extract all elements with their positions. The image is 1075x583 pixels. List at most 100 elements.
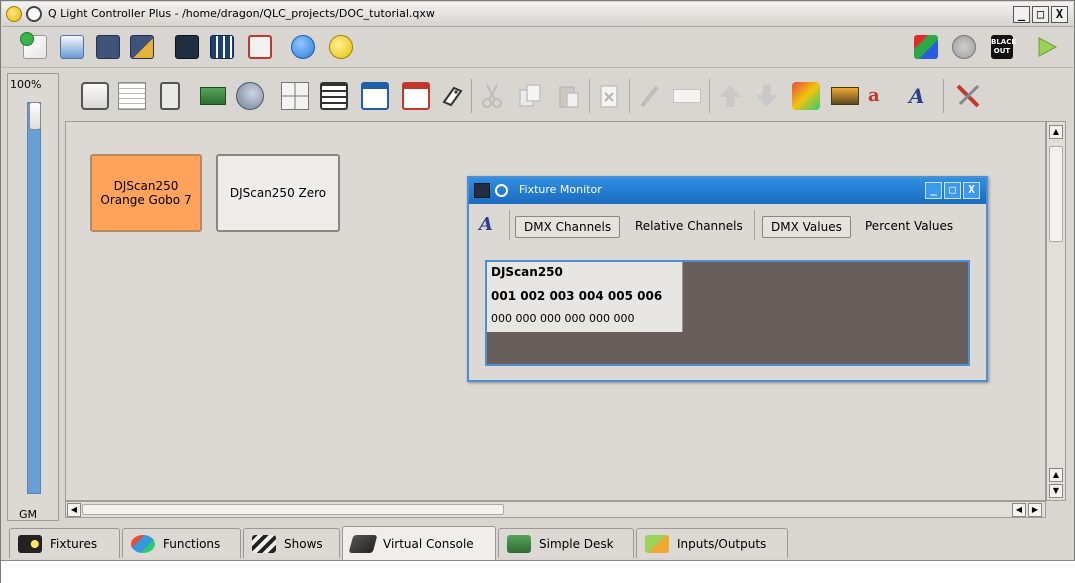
about-icon[interactable]: [329, 35, 353, 59]
add-solo-frame-icon[interactable]: [402, 82, 430, 110]
percent-values-toggle[interactable]: Percent Values: [857, 216, 961, 236]
scroll-up-button[interactable]: ▲: [1049, 468, 1063, 482]
window-menu-icon[interactable]: [495, 184, 508, 197]
virtual-console-canvas[interactable]: DJScan250 Orange Gobo 7 DJScan250 Zero F…: [65, 121, 1046, 501]
vertical-scrollbar[interactable]: ▲ ▲ ▼: [1046, 121, 1066, 501]
maximize-button[interactable]: □: [1032, 6, 1049, 23]
open-icon[interactable]: [60, 35, 84, 59]
monitor-icon[interactable]: [175, 35, 199, 59]
tab-label: Functions: [163, 536, 221, 551]
paste-icon[interactable]: [557, 82, 581, 110]
delete-icon[interactable]: [597, 82, 621, 110]
font-color-icon[interactable]: a: [868, 82, 894, 110]
dmx-channels-toggle[interactable]: DMX Channels: [515, 216, 621, 238]
scroll-up-button[interactable]: ▲: [1049, 125, 1063, 139]
grand-master-slider-handle[interactable]: [29, 102, 41, 130]
save-icon[interactable]: [96, 35, 120, 59]
horizontal-scrollbar-thumb[interactable]: [82, 504, 504, 515]
toolbar-separator: [709, 79, 710, 113]
new-project-icon[interactable]: [20, 32, 47, 59]
widget-properties-icon[interactable]: [637, 82, 661, 110]
vertical-scrollbar-thumb[interactable]: [1049, 146, 1063, 242]
virtual-console-toolbar: a A: [67, 71, 1072, 123]
add-knob-icon[interactable]: [236, 82, 264, 110]
close-button[interactable]: X: [1051, 6, 1068, 23]
fixture-monitor-window: Fixture Monitor _ □ X A DMX Channels Rel…: [467, 176, 988, 382]
fullscreen-icon[interactable]: [248, 35, 272, 59]
vc-settings-icon[interactable]: [954, 82, 982, 110]
vc-button-label: DJScan250 Orange Gobo 7: [100, 179, 192, 207]
background-image-icon[interactable]: [831, 87, 859, 105]
functions-icon: [131, 534, 155, 553]
bring-to-front-icon[interactable]: [718, 82, 742, 110]
close-button[interactable]: X: [963, 182, 980, 199]
tab-label: Simple Desk: [539, 536, 614, 551]
vc-button-label: DJScan250 Zero: [229, 186, 327, 200]
window-title: Q Light Controller Plus - /home/dragon/Q…: [48, 7, 435, 20]
save-as-icon[interactable]: [130, 35, 154, 59]
cut-icon[interactable]: [480, 82, 504, 110]
add-slider-icon[interactable]: [160, 82, 180, 110]
virtual-console-icon: [348, 534, 378, 553]
font-icon[interactable]: A: [909, 82, 935, 110]
scroll-right-button[interactable]: ▶: [1028, 503, 1042, 517]
fixture-channel-values: 000 000 000 000 000 000: [491, 312, 635, 325]
qlc-app-icon: [6, 6, 22, 22]
tab-label: Shows: [284, 536, 323, 551]
simple-desk-icon: [507, 534, 531, 553]
rename-widget-icon[interactable]: [673, 89, 701, 103]
grand-master-panel: 100% GM: [7, 73, 59, 521]
maximize-button[interactable]: □: [944, 182, 961, 199]
tab-label: Inputs/Outputs: [677, 536, 767, 551]
horizontal-scrollbar[interactable]: ◀ ◀ ▶: [65, 501, 1046, 518]
fixture-consolemonitor: DJScan250 001 002 003 004 005 006 000 00…: [487, 262, 683, 332]
inputs-outputs-icon: [645, 534, 669, 553]
tab-shows[interactable]: Shows: [243, 528, 340, 558]
toolbar-separator: [943, 79, 944, 113]
send-to-back-icon[interactable]: [755, 82, 779, 110]
fixture-monitor-title: Fixture Monitor: [519, 183, 602, 196]
add-frame-icon[interactable]: [361, 82, 389, 110]
scroll-left-button[interactable]: ◀: [67, 503, 81, 517]
tab-functions[interactable]: Functions: [122, 528, 241, 558]
title-bar[interactable]: Q Light Controller Plus - /home/dragon/Q…: [2, 2, 1073, 27]
main-tab-bar: Fixtures Functions Shows Virtual Console…: [7, 526, 1072, 560]
scroll-down-button[interactable]: ▼: [1049, 484, 1063, 498]
copy-icon[interactable]: [518, 82, 542, 110]
run-mode-icon[interactable]: [1036, 35, 1058, 59]
toolbar-separator: [754, 210, 755, 240]
add-xy-pad-icon[interactable]: [281, 82, 309, 110]
tab-virtual-console[interactable]: Virtual Console: [342, 526, 496, 560]
fixture-monitor-title-bar[interactable]: Fixture Monitor _ □ X: [469, 178, 986, 204]
toolbar-separator: [629, 79, 630, 113]
minimize-button[interactable]: _: [1013, 6, 1030, 23]
vc-button-zero[interactable]: DJScan250 Zero: [216, 154, 340, 232]
address-tool-icon[interactable]: [210, 35, 234, 59]
blackout-button[interactable]: BLACK OUT: [991, 35, 1017, 59]
add-slider-matrix-icon[interactable]: [200, 87, 226, 105]
app-window: Q Light Controller Plus - /home/dragon/Q…: [0, 0, 1075, 583]
vc-button-orange-gobo[interactable]: DJScan250 Orange Gobo 7: [90, 154, 202, 232]
add-label-icon[interactable]: [440, 82, 464, 110]
minimize-button[interactable]: _: [925, 182, 942, 199]
help-icon[interactable]: [291, 35, 315, 59]
tab-simple-desk[interactable]: Simple Desk: [498, 528, 634, 558]
add-cue-list-icon[interactable]: [320, 82, 348, 110]
tab-inputs-outputs[interactable]: Inputs/Outputs: [636, 528, 788, 558]
dmx-values-toggle[interactable]: DMX Values: [762, 216, 851, 238]
plugins-icon[interactable]: [914, 35, 938, 59]
fixture-channel-numbers: 001 002 003 004 005 006: [491, 289, 663, 303]
window-menu-icon[interactable]: [26, 6, 42, 22]
grand-master-slider[interactable]: [27, 102, 41, 494]
background-color-icon[interactable]: [792, 82, 820, 110]
add-button-icon[interactable]: [81, 82, 109, 110]
tab-fixtures[interactable]: Fixtures: [9, 528, 120, 558]
font-icon[interactable]: A: [479, 214, 493, 235]
stop-functions-icon[interactable]: [952, 35, 976, 59]
shows-icon: [252, 534, 276, 553]
relative-channels-toggle[interactable]: Relative Channels: [627, 216, 751, 236]
grand-master-percent: 100%: [10, 78, 42, 91]
add-button-matrix-icon[interactable]: [118, 82, 146, 110]
fixture-name: DJScan250: [491, 265, 563, 279]
scroll-left-button[interactable]: ◀: [1012, 503, 1026, 517]
